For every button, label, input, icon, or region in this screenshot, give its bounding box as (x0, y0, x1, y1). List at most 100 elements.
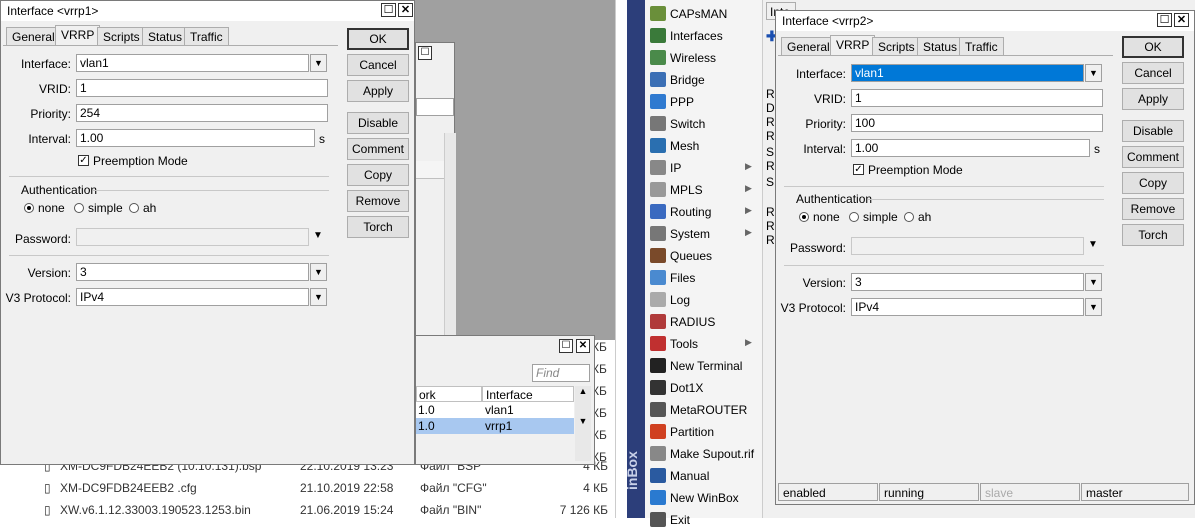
table-row[interactable]: 1.0 vrrp1 (416, 418, 574, 434)
menu-item-files[interactable]: Files (648, 267, 758, 289)
list-item[interactable]: R (766, 87, 775, 101)
bg-small-header-interface[interactable]: Interface (482, 386, 574, 402)
v3protocol-field[interactable]: IPv4 (76, 288, 309, 306)
file-row[interactable]: ▯ XM-DC9FDB24EEB2 .cfg 21.10.2019 22:58 Фай… (40, 477, 610, 499)
interface-field[interactable]: vlan1 (76, 54, 309, 72)
list-item[interactable]: R (766, 115, 775, 129)
menu-item-new-terminal[interactable]: New Terminal (648, 355, 758, 377)
tab-vrrp[interactable]: VRRP (830, 35, 876, 55)
version-dropdown-icon[interactable]: ▼ (1085, 273, 1102, 291)
ok-button[interactable]: OK (1122, 36, 1184, 58)
version-field[interactable]: 3 (76, 263, 309, 281)
menu-item-capsman[interactable]: CAPsMAN (648, 3, 758, 25)
list-item[interactable]: R (766, 159, 775, 173)
tab-general[interactable]: General (781, 37, 836, 55)
vrid-field[interactable]: 1 (76, 79, 328, 97)
remove-button[interactable]: Remove (347, 190, 409, 212)
bg-small-close-icon[interactable]: ✕ (576, 339, 590, 353)
menu-item-manual[interactable]: Manual (648, 465, 758, 487)
bg-list-close-icon[interactable]: ☐ (418, 46, 432, 60)
menu-item-make-supout-rif[interactable]: Make Supout.rif (648, 443, 758, 465)
list-item[interactable]: R (766, 233, 775, 247)
menu-item-tools[interactable]: Tools ▶ (648, 333, 758, 355)
list-item[interactable]: S (766, 175, 774, 189)
priority-field[interactable]: 254 (76, 104, 328, 122)
auth-simple-radio[interactable] (74, 203, 84, 213)
cancel-button[interactable]: Cancel (1122, 62, 1184, 84)
version-dropdown-icon[interactable]: ▼ (310, 263, 327, 281)
password-field[interactable] (851, 237, 1084, 255)
tab-status[interactable]: Status (142, 27, 189, 45)
menu-item-new-winbox[interactable]: New WinBox (648, 487, 758, 509)
interface-field[interactable]: vlan1 (851, 64, 1084, 82)
bg-small-find-input[interactable]: Find (532, 364, 590, 382)
comment-button[interactable]: Comment (347, 138, 409, 160)
bg-list-scrollbar[interactable] (444, 133, 456, 363)
bg-list-search[interactable] (416, 98, 454, 116)
auth-none-radio[interactable] (24, 203, 34, 213)
menu-item-log[interactable]: Log (648, 289, 758, 311)
menu-item-dot1x[interactable]: Dot1X (648, 377, 758, 399)
tab-traffic[interactable]: Traffic (959, 37, 1004, 55)
menu-item-mpls[interactable]: MPLS ▶ (648, 179, 758, 201)
interface-dropdown-icon[interactable]: ▼ (310, 54, 327, 72)
preemption-checkbox[interactable]: ✓ (78, 155, 89, 166)
list-item[interactable]: R (766, 219, 775, 233)
priority-field[interactable]: 100 (851, 114, 1103, 132)
version-field[interactable]: 3 (851, 273, 1084, 291)
password-field[interactable] (76, 228, 309, 246)
interval-field[interactable]: 1.00 (851, 139, 1090, 157)
list-item[interactable]: D (766, 101, 775, 115)
menu-item-system[interactable]: System ▶ (648, 223, 758, 245)
apply-button[interactable]: Apply (347, 80, 409, 102)
maximize-icon[interactable]: ☐ (1157, 13, 1172, 27)
cancel-button[interactable]: Cancel (347, 54, 409, 76)
menu-item-ppp[interactable]: PPP (648, 91, 758, 113)
list-item[interactable]: R (766, 205, 775, 219)
menu-item-exit[interactable]: Exit (648, 509, 758, 531)
close-icon[interactable]: ✕ (1174, 13, 1189, 27)
tab-general[interactable]: General (6, 27, 61, 45)
bg-small-maximize-icon[interactable]: ☐ (559, 339, 573, 353)
copy-button[interactable]: Copy (347, 164, 409, 186)
bg-small-header-network[interactable]: ork (416, 386, 482, 402)
interval-field[interactable]: 1.00 (76, 129, 315, 147)
menu-item-partition[interactable]: Partition (648, 421, 758, 443)
menu-item-mesh[interactable]: Mesh (648, 135, 758, 157)
torch-button[interactable]: Torch (1122, 224, 1184, 246)
disable-button[interactable]: Disable (1122, 120, 1184, 142)
list-item[interactable]: R (766, 129, 775, 143)
menu-item-bridge[interactable]: Bridge (648, 69, 758, 91)
apply-button[interactable]: Apply (1122, 88, 1184, 110)
menu-item-radius[interactable]: RADIUS (648, 311, 758, 333)
tab-scripts[interactable]: Scripts (872, 37, 921, 55)
v3protocol-dropdown-icon[interactable]: ▼ (1085, 298, 1102, 316)
preemption-checkbox[interactable]: ✓ (853, 164, 864, 175)
menu-item-metarouter[interactable]: MetaROUTER (648, 399, 758, 421)
disable-button[interactable]: Disable (347, 112, 409, 134)
password-dropdown-icon[interactable]: ▼ (313, 230, 323, 241)
torch-button[interactable]: Torch (347, 216, 409, 238)
interface-dropdown-icon[interactable]: ▼ (1085, 64, 1102, 82)
v3protocol-dropdown-icon[interactable]: ▼ (310, 288, 327, 306)
menu-item-ip[interactable]: IP ▶ (648, 157, 758, 179)
maximize-icon[interactable]: ☐ (381, 3, 396, 17)
tab-status[interactable]: Status (917, 37, 964, 55)
menu-item-routing[interactable]: Routing ▶ (648, 201, 758, 223)
copy-button[interactable]: Copy (1122, 172, 1184, 194)
menu-item-wireless[interactable]: Wireless (648, 47, 758, 69)
close-icon[interactable]: ✕ (398, 3, 413, 17)
list-item[interactable]: S (766, 145, 774, 159)
auth-ah-radio[interactable] (904, 212, 914, 222)
menu-item-queues[interactable]: Queues (648, 245, 758, 267)
tab-scripts[interactable]: Scripts (97, 27, 146, 45)
table-row[interactable]: 1.0 vlan1 (416, 402, 574, 418)
tab-vrrp[interactable]: VRRP (55, 25, 101, 45)
auth-none-radio[interactable] (799, 212, 809, 222)
auth-simple-radio[interactable] (849, 212, 859, 222)
tab-traffic[interactable]: Traffic (184, 27, 229, 45)
comment-button[interactable]: Comment (1122, 146, 1184, 168)
auth-ah-radio[interactable] (129, 203, 139, 213)
password-dropdown-icon[interactable]: ▼ (1088, 239, 1098, 250)
vrid-field[interactable]: 1 (851, 89, 1103, 107)
